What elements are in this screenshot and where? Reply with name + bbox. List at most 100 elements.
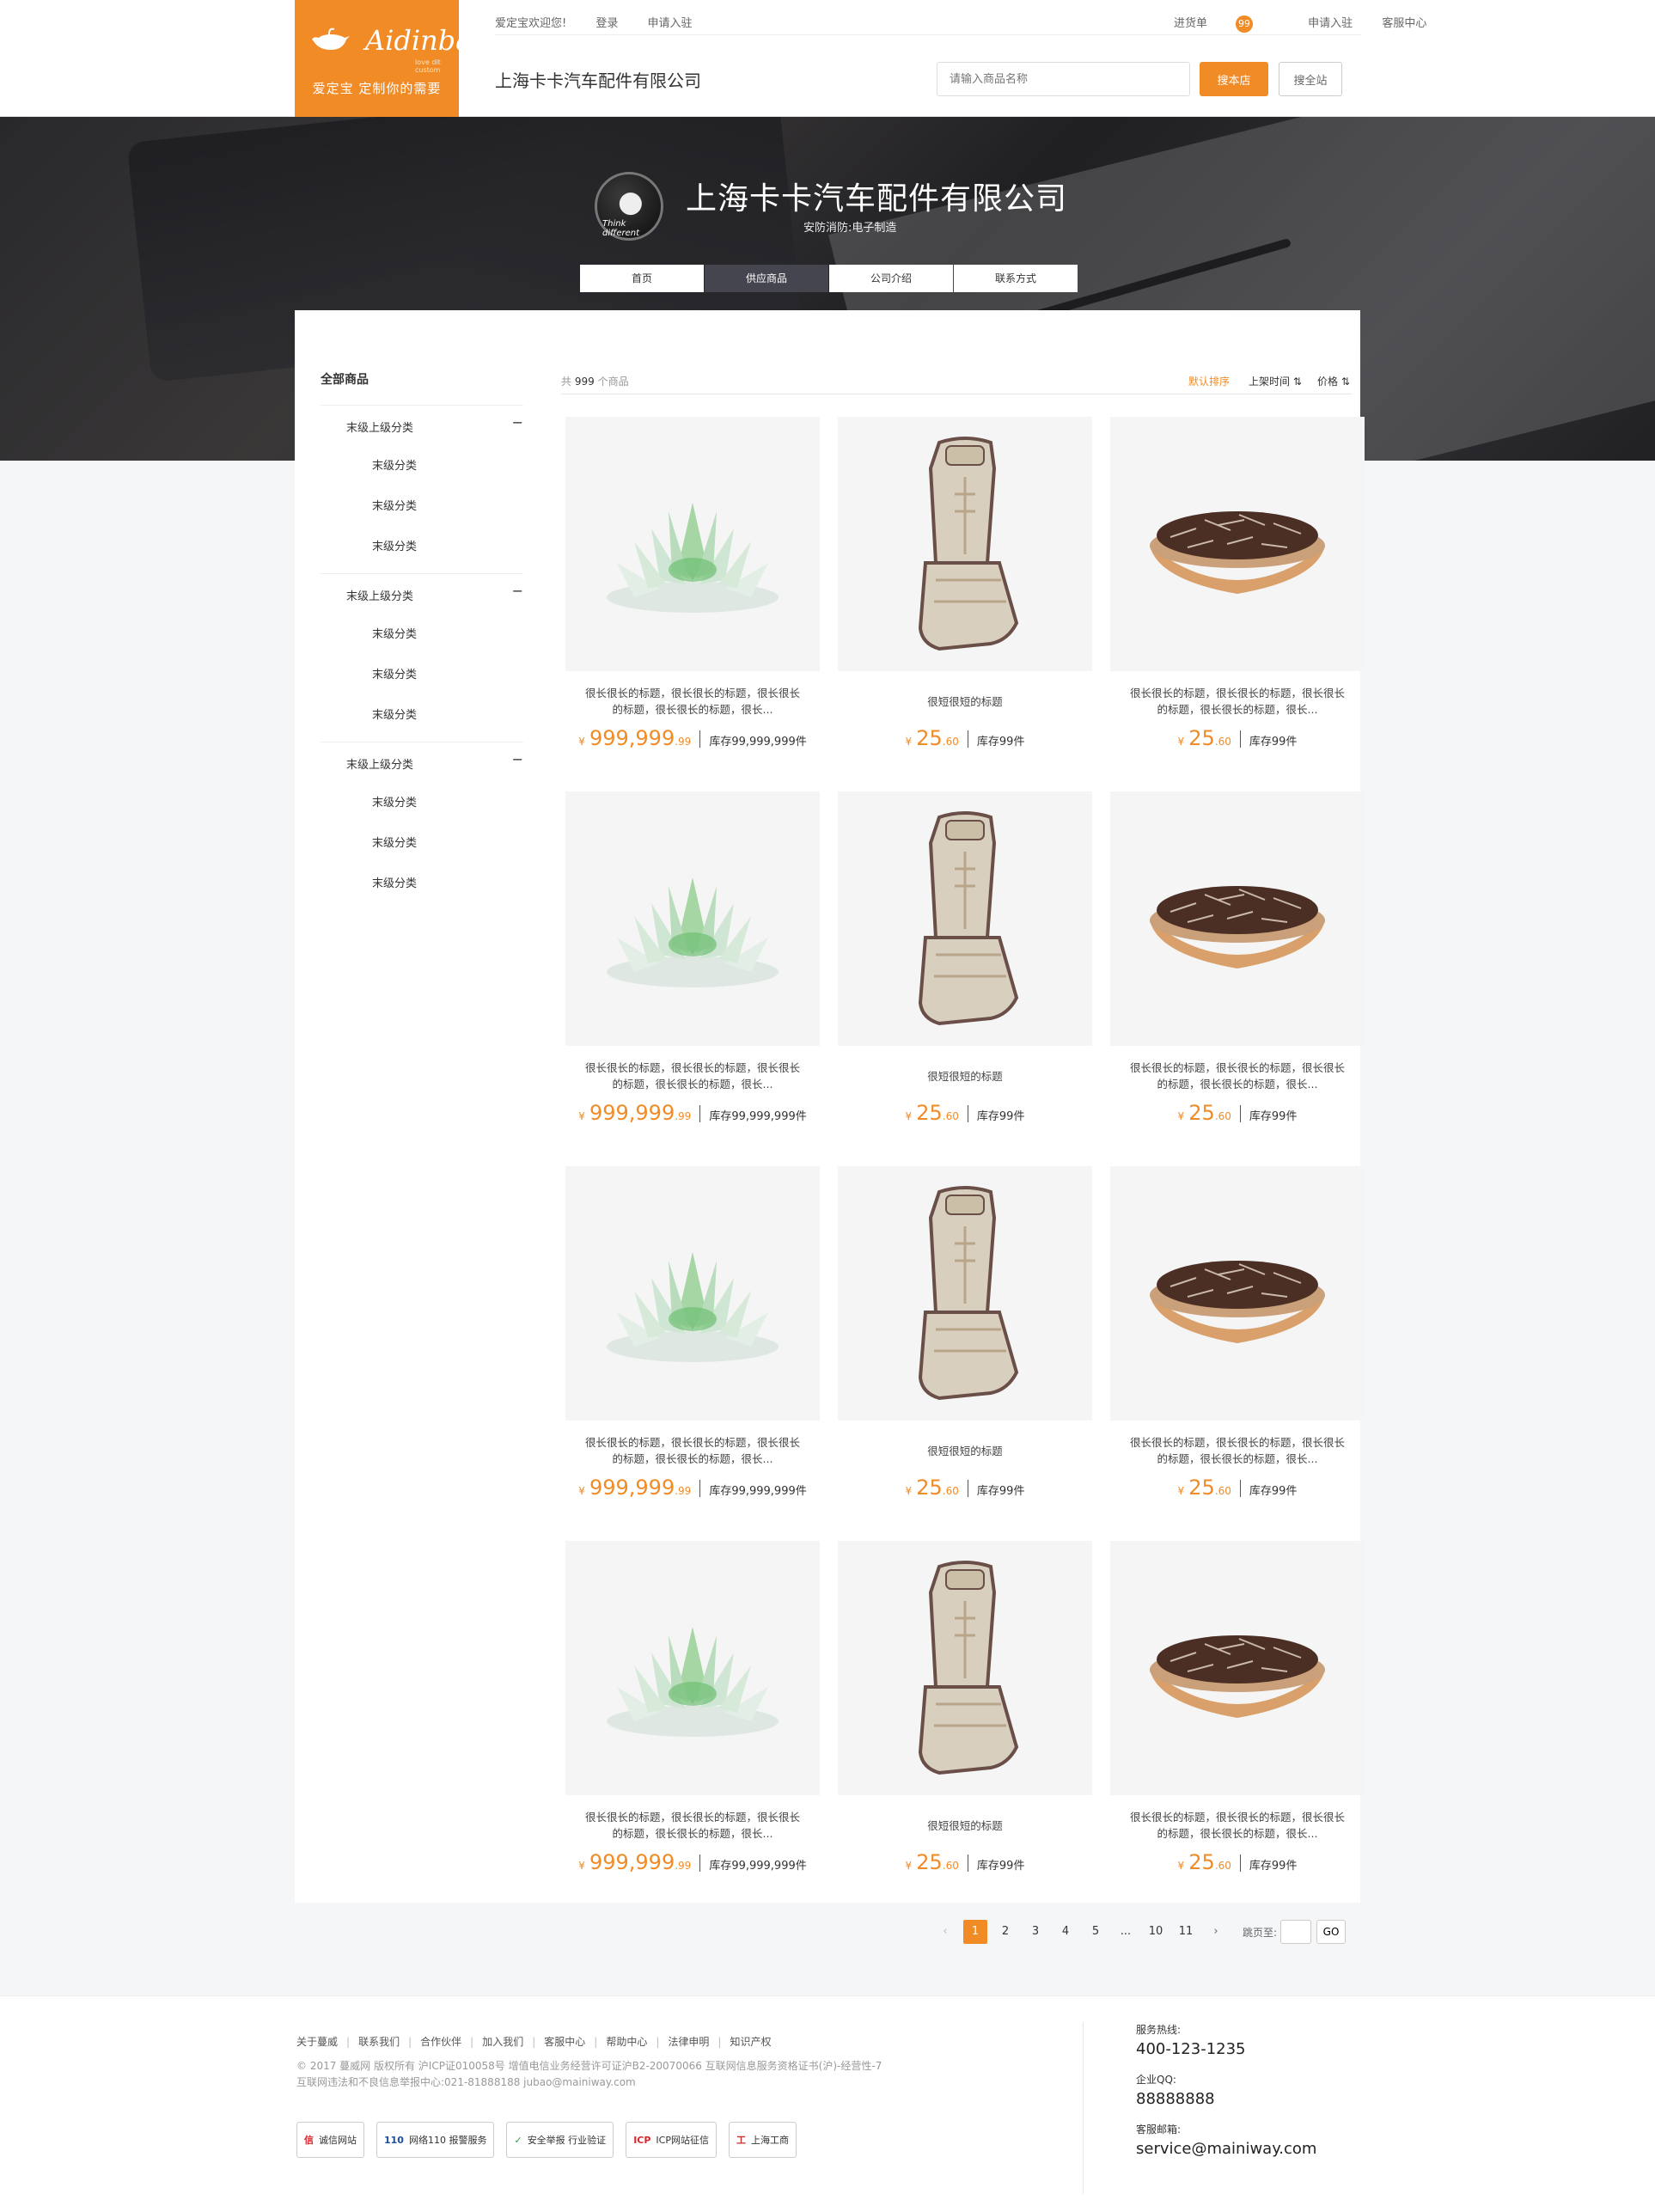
page-number-button[interactable]: 1 (963, 1920, 987, 1944)
category-leaf[interactable]: 末级分类 (321, 823, 523, 864)
product-card[interactable]: 很短很短的标题 ¥ 25.60 库存99件 (838, 1166, 1092, 1537)
product-title[interactable]: 很短很短的标题 (855, 694, 1075, 728)
product-card[interactable]: 很长很长的标题，很长很长的标题，很长很长的标题，很长很长的标题，很长... ¥ 9… (565, 1541, 820, 1912)
category-parent[interactable]: 末级上级分类 − (321, 573, 523, 614)
product-card[interactable]: 很长很长的标题，很长很长的标题，很长很长的标题，很长很长的标题，很长... ¥ 2… (1110, 1166, 1365, 1537)
link-separator: | (532, 2036, 536, 2048)
apply-link[interactable]: 申请入驻 (648, 17, 693, 30)
product-image[interactable] (565, 1541, 820, 1795)
product-image[interactable] (565, 417, 820, 671)
footer-link[interactable]: 联系我们 (358, 2036, 400, 2048)
category-leaf[interactable]: 末级分类 (321, 614, 523, 655)
prev-page-button[interactable]: ‹ (933, 1920, 957, 1944)
page-number-button[interactable]: 4 (1053, 1920, 1078, 1944)
collapse-icon[interactable]: − (512, 751, 523, 767)
product-card[interactable]: 很短很短的标题 ¥ 25.60 库存99件 (838, 791, 1092, 1163)
footer-link[interactable]: 法律申明 (668, 2036, 709, 2048)
product-title[interactable]: 很长很长的标题，很长很长的标题，很长很长的标题，很长很长的标题，很长... (1127, 1809, 1347, 1843)
tab-contact[interactable]: 联系方式 (954, 265, 1078, 292)
category-group: 末级上级分类 − 末级分类 末级分类 末级分类 (321, 405, 523, 567)
page-number-button[interactable]: 11 (1174, 1920, 1198, 1944)
page-number-button[interactable]: 10 (1144, 1920, 1168, 1944)
cart-link[interactable]: 进货单 99 (1174, 15, 1279, 33)
product-image[interactable] (565, 1166, 820, 1421)
footer-link[interactable]: 加入我们 (482, 2036, 523, 2048)
badge-label: 网络110 报警服务 (408, 2135, 487, 2146)
product-image[interactable] (1110, 1541, 1365, 1795)
top-links-left: 爱定宝欢迎您! 登录 申请入驻 (495, 14, 718, 30)
category-leaf[interactable]: 末级分类 (321, 864, 523, 904)
trust-badge[interactable]: 信诚信网站 (296, 2122, 364, 2158)
apply-link-right[interactable]: 申请入驻 (1308, 17, 1353, 30)
product-image[interactable] (565, 791, 820, 1046)
sidebar-title[interactable]: 全部商品 (321, 370, 369, 388)
pagination-ellipsis: ... (1120, 1925, 1132, 1938)
search-input[interactable] (937, 62, 1190, 96)
trust-badge[interactable]: 工上海工商 (728, 2122, 797, 2158)
product-title[interactable]: 很短很短的标题 (855, 1068, 1075, 1103)
product-title[interactable]: 很长很长的标题，很长很长的标题，很长很长的标题，很长很长的标题，很长... (583, 685, 803, 719)
product-image[interactable] (838, 1166, 1092, 1421)
product-card[interactable]: 很长很长的标题，很长很长的标题，很长很长的标题，很长很长的标题，很长... ¥ 9… (565, 417, 820, 788)
collapse-icon[interactable]: − (512, 414, 523, 431)
service-center-link[interactable]: 客服中心 (1382, 17, 1426, 30)
product-card[interactable]: 很长很长的标题，很长很长的标题，很长很长的标题，很长很长的标题，很长... ¥ 2… (1110, 1541, 1365, 1912)
product-title[interactable]: 很短很短的标题 (855, 1443, 1075, 1477)
footer-link[interactable]: 客服中心 (544, 2036, 585, 2048)
tab-home[interactable]: 首页 (580, 265, 704, 292)
product-card[interactable]: 很长很长的标题，很长很长的标题，很长很长的标题，很长很长的标题，很长... ¥ 2… (1110, 417, 1365, 788)
go-button[interactable]: GO (1316, 1920, 1347, 1944)
category-leaf[interactable]: 末级分类 (321, 527, 523, 567)
page-number-button[interactable]: 2 (993, 1920, 1017, 1944)
product-title[interactable]: 很长很长的标题，很长很长的标题，很长很长的标题，很长很长的标题，很长... (583, 1809, 803, 1843)
page-number-button[interactable]: 5 (1084, 1920, 1108, 1944)
product-title[interactable]: 很长很长的标题，很长很长的标题，很长很长的标题，很长很长的标题，很长... (1127, 1434, 1347, 1469)
next-page-button[interactable]: › (1204, 1920, 1228, 1944)
product-title[interactable]: 很短很短的标题 (855, 1818, 1075, 1852)
trust-badge[interactable]: ✓ 安全举报 行业验证 (506, 2122, 614, 2158)
footer-link[interactable]: 帮助中心 (606, 2036, 647, 2048)
product-title[interactable]: 很长很长的标题，很长很长的标题，很长很长的标题，很长很长的标题，很长... (583, 1060, 803, 1094)
product-image[interactable] (1110, 1166, 1365, 1421)
product-card[interactable]: 很短很短的标题 ¥ 25.60 库存99件 (838, 417, 1092, 788)
product-card[interactable]: 很短很短的标题 ¥ 25.60 库存99件 (838, 1541, 1092, 1912)
page-number-button[interactable]: 3 (1023, 1920, 1047, 1944)
search-all-button[interactable]: 搜全站 (1279, 62, 1342, 96)
trust-badge[interactable]: ICP ICP网站征信 (626, 2122, 717, 2158)
collapse-icon[interactable]: − (512, 583, 523, 599)
product-title[interactable]: 很长很长的标题，很长很长的标题，很长很长的标题，很长很长的标题，很长... (1127, 1060, 1347, 1094)
product-image[interactable] (1110, 791, 1365, 1046)
sort-by-time[interactable]: 上架时间 ⇅ (1249, 374, 1302, 388)
site-logo[interactable]: Aidinbao love dit custom 爱定宝 定制你的需要 (295, 0, 489, 117)
sort-by-price[interactable]: 价格 ⇅ (1317, 374, 1350, 388)
product-card[interactable]: 很长很长的标题，很长很长的标题，很长很长的标题，很长很长的标题，很长... ¥ 9… (565, 791, 820, 1163)
tab-company-intro[interactable]: 公司介绍 (829, 265, 953, 292)
product-card[interactable]: 很长很长的标题，很长很长的标题，很长很长的标题，很长很长的标题，很长... ¥ 2… (1110, 791, 1365, 1163)
footer-link[interactable]: 关于蔓威 (296, 2036, 338, 2048)
page-jump-input[interactable] (1280, 1920, 1312, 1944)
product-image[interactable] (1110, 417, 1365, 671)
tab-products[interactable]: 供应商品 (705, 265, 828, 292)
product-stock: 库存99件 (1249, 1860, 1298, 1873)
product-title[interactable]: 很长很长的标题，很长很长的标题，很长很长的标题，很长很长的标题，很长... (583, 1434, 803, 1469)
sort-default[interactable]: 默认排序 (1188, 374, 1230, 388)
category-leaf[interactable]: 末级分类 (321, 655, 523, 695)
category-leaf[interactable]: 末级分类 (321, 695, 523, 736)
category-leaf[interactable]: 末级分类 (321, 783, 523, 823)
category-parent[interactable]: 末级上级分类 − (321, 405, 523, 446)
login-link[interactable]: 登录 (595, 17, 618, 30)
footer-link[interactable]: 合作伙伴 (420, 2036, 461, 2048)
product-image[interactable] (838, 417, 1092, 671)
product-image[interactable] (838, 1541, 1092, 1795)
category-leaf[interactable]: 末级分类 (321, 486, 523, 527)
price-integer: 25 (1188, 1101, 1215, 1125)
search-shop-button[interactable]: 搜本店 (1200, 62, 1268, 96)
category-leaf[interactable]: 末级分类 (321, 446, 523, 486)
footer-link[interactable]: 知识产权 (730, 2036, 771, 2048)
product-image[interactable] (838, 791, 1092, 1046)
trust-badge[interactable]: 110 网络110 报警服务 (376, 2122, 495, 2158)
product-title[interactable]: 很长很长的标题，很长很长的标题，很长很长的标题，很长很长的标题，很长... (1127, 685, 1347, 719)
badge-icon: 工 (736, 2135, 746, 2146)
category-parent[interactable]: 末级上级分类 − (321, 742, 523, 783)
product-card[interactable]: 很长很长的标题，很长很长的标题，很长很长的标题，很长很长的标题，很长... ¥ 9… (565, 1166, 820, 1537)
